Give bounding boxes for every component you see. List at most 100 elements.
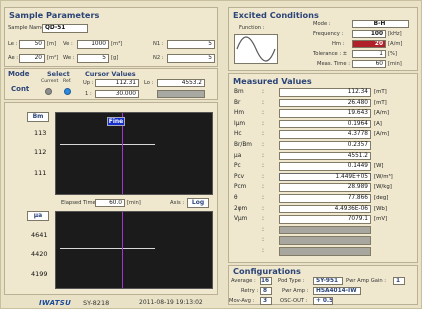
frequency-unit: [kHz]: [388, 31, 402, 37]
measured-row-colon: :: [262, 89, 264, 95]
measured-row-colon: :: [262, 152, 264, 159]
mode-value[interactable]: Cont: [11, 85, 29, 93]
measured-row-colon: :: [262, 163, 264, 170]
average-label: Average :: [231, 278, 256, 284]
measured-row-value: 4551.2: [279, 151, 371, 161]
measured-row-unit: [A]: [374, 120, 382, 127]
measured-row-value: 0.1964: [279, 119, 371, 129]
retry-field[interactable]: 8: [260, 287, 272, 295]
elapsed-time-label: Elapsed Time :: [61, 200, 100, 206]
excited-conditions-panel: Excited Conditions Function : Mode : B-H…: [228, 7, 418, 71]
current-select-indicator[interactable]: [45, 88, 52, 95]
pwr-amp-gain-label: Pwr Amp Gain :: [346, 278, 387, 284]
measured-row-value: 112.34: [279, 88, 371, 97]
axis-label: Axis :: [170, 200, 185, 206]
sample-name-field[interactable]: QD-51: [42, 24, 88, 33]
measured-row: Br/Bm: 0.2357: [234, 141, 401, 150]
graph-top-tick-2: 112: [34, 148, 47, 156]
ae-field[interactable]: 20: [19, 54, 45, 63]
retry-label: Retry :: [241, 288, 259, 294]
measured-row-colon: :: [262, 173, 264, 180]
hm-field[interactable]: 20: [352, 40, 386, 48]
sine-wave-icon: [234, 34, 278, 64]
measured-row-unit: [Wb]: [374, 205, 387, 212]
n1-field[interactable]: 5: [167, 40, 215, 49]
le-field[interactable]: 50: [19, 40, 45, 49]
cursor-values-title: Cursor Values: [85, 70, 136, 78]
ve-label: Ve :: [63, 41, 73, 47]
mode-panel: Mode Cont Select Current Ref. Cursor Val…: [4, 68, 218, 100]
measured-row-unit: [A/m]: [374, 110, 389, 117]
measured-row-unit: [mV]: [374, 216, 388, 223]
graph-bottom-cursor[interactable]: [122, 212, 123, 288]
le-label: Le :: [8, 41, 18, 47]
graph-panel: Bm Fine 113 112 111 Elapsed Time : 60.0 …: [4, 102, 218, 295]
measured-row-value: [279, 247, 371, 256]
measured-row-unit: [W/kg]: [374, 184, 392, 191]
graph-bottom[interactable]: [55, 211, 213, 289]
measured-row-unit: [deg]: [374, 195, 389, 201]
measured-row-value: 7079.1: [279, 215, 371, 224]
le-unit: [m]: [47, 41, 57, 47]
measured-row-unit: [A/m]: [374, 131, 389, 138]
pwr-amp-gain-field: 1: [393, 277, 405, 285]
osc-out-label: OSC-OUT :: [280, 298, 308, 304]
average-field[interactable]: 16: [260, 277, 272, 285]
cursor-empty-field: [157, 90, 205, 98]
movavg-field[interactable]: 3: [260, 297, 272, 305]
n2-label: N2 :: [153, 55, 164, 61]
cursor-i-label: 1 :: [85, 91, 92, 97]
we-field[interactable]: 5: [77, 54, 109, 63]
elapsed-time-unit: [min]: [127, 200, 141, 206]
tab-mu-a[interactable]: μa: [27, 211, 49, 221]
ve-field[interactable]: 1000: [77, 40, 109, 49]
measured-row: :: [234, 236, 401, 245]
measured-row-value: [279, 236, 371, 245]
model-label: SY-8218: [83, 299, 110, 307]
ref-select-indicator[interactable]: [64, 88, 71, 95]
measured-row-name: μa: [234, 152, 242, 159]
measured-row: Vμm: 7079.1 [mV]: [234, 215, 401, 224]
pwr-amp-label: Pwr Amp :: [282, 288, 309, 294]
measured-row-value: 19.643: [279, 109, 371, 118]
measured-row: :: [234, 225, 401, 235]
graph-bottom-trace: [60, 248, 155, 249]
tab-bm[interactable]: Bm: [27, 112, 49, 122]
function-label: Function :: [239, 25, 265, 31]
measured-row: Br: 26.480 [mT]: [234, 98, 401, 108]
mode-field[interactable]: B-H: [352, 20, 409, 28]
measured-row-colon: :: [262, 248, 264, 254]
graph-bottom-tick-3: 4199: [31, 270, 48, 278]
cursor-i-field: 30.000: [95, 90, 139, 98]
graph-top[interactable]: Fine: [55, 112, 213, 195]
elapsed-time-field: 60.0: [95, 199, 125, 207]
tolerance-label: Tolerance : ±: [313, 51, 348, 57]
graph-top-trace: [60, 144, 155, 145]
tolerance-field[interactable]: 1: [352, 50, 386, 58]
select-title: Select: [47, 70, 70, 78]
graph-top-tick-1: 113: [34, 129, 47, 137]
meas-time-field[interactable]: 60: [352, 60, 386, 68]
meas-time-label: Meas. Time :: [317, 61, 350, 67]
measured-row-colon: :: [262, 237, 264, 244]
measured-row: Pcv: 1.449E+05 [W/m³]: [234, 172, 401, 182]
measured-row-name: Pcm: [234, 184, 247, 191]
ae-label: Ae :: [8, 55, 19, 61]
mode-label: Mode :: [313, 21, 331, 27]
fine-mode-label[interactable]: Fine: [107, 117, 125, 126]
axis-log-button[interactable]: Log: [187, 198, 209, 208]
graph-bottom-tick-1: 4641: [31, 231, 48, 239]
measured-row-colon: :: [262, 205, 264, 212]
measured-row-value: [279, 225, 371, 235]
measured-row-colon: :: [262, 131, 264, 138]
we-label: We :: [63, 55, 75, 61]
measured-row: Iμm: 0.1964 [A]: [234, 119, 401, 129]
measured-row-name: Br: [234, 99, 241, 106]
measured-row: Bm: 112.34 [mT]: [234, 88, 401, 97]
ve-unit: [m³]: [111, 41, 123, 47]
frequency-field[interactable]: 100: [352, 30, 386, 38]
configurations-title: Configurations: [233, 266, 301, 276]
app-window: Sample Parameters Sample Name : QD-51 Le…: [0, 0, 422, 309]
sample-parameters-panel: Sample Parameters Sample Name : QD-51 Le…: [4, 7, 218, 67]
n2-field[interactable]: 5: [167, 54, 215, 63]
